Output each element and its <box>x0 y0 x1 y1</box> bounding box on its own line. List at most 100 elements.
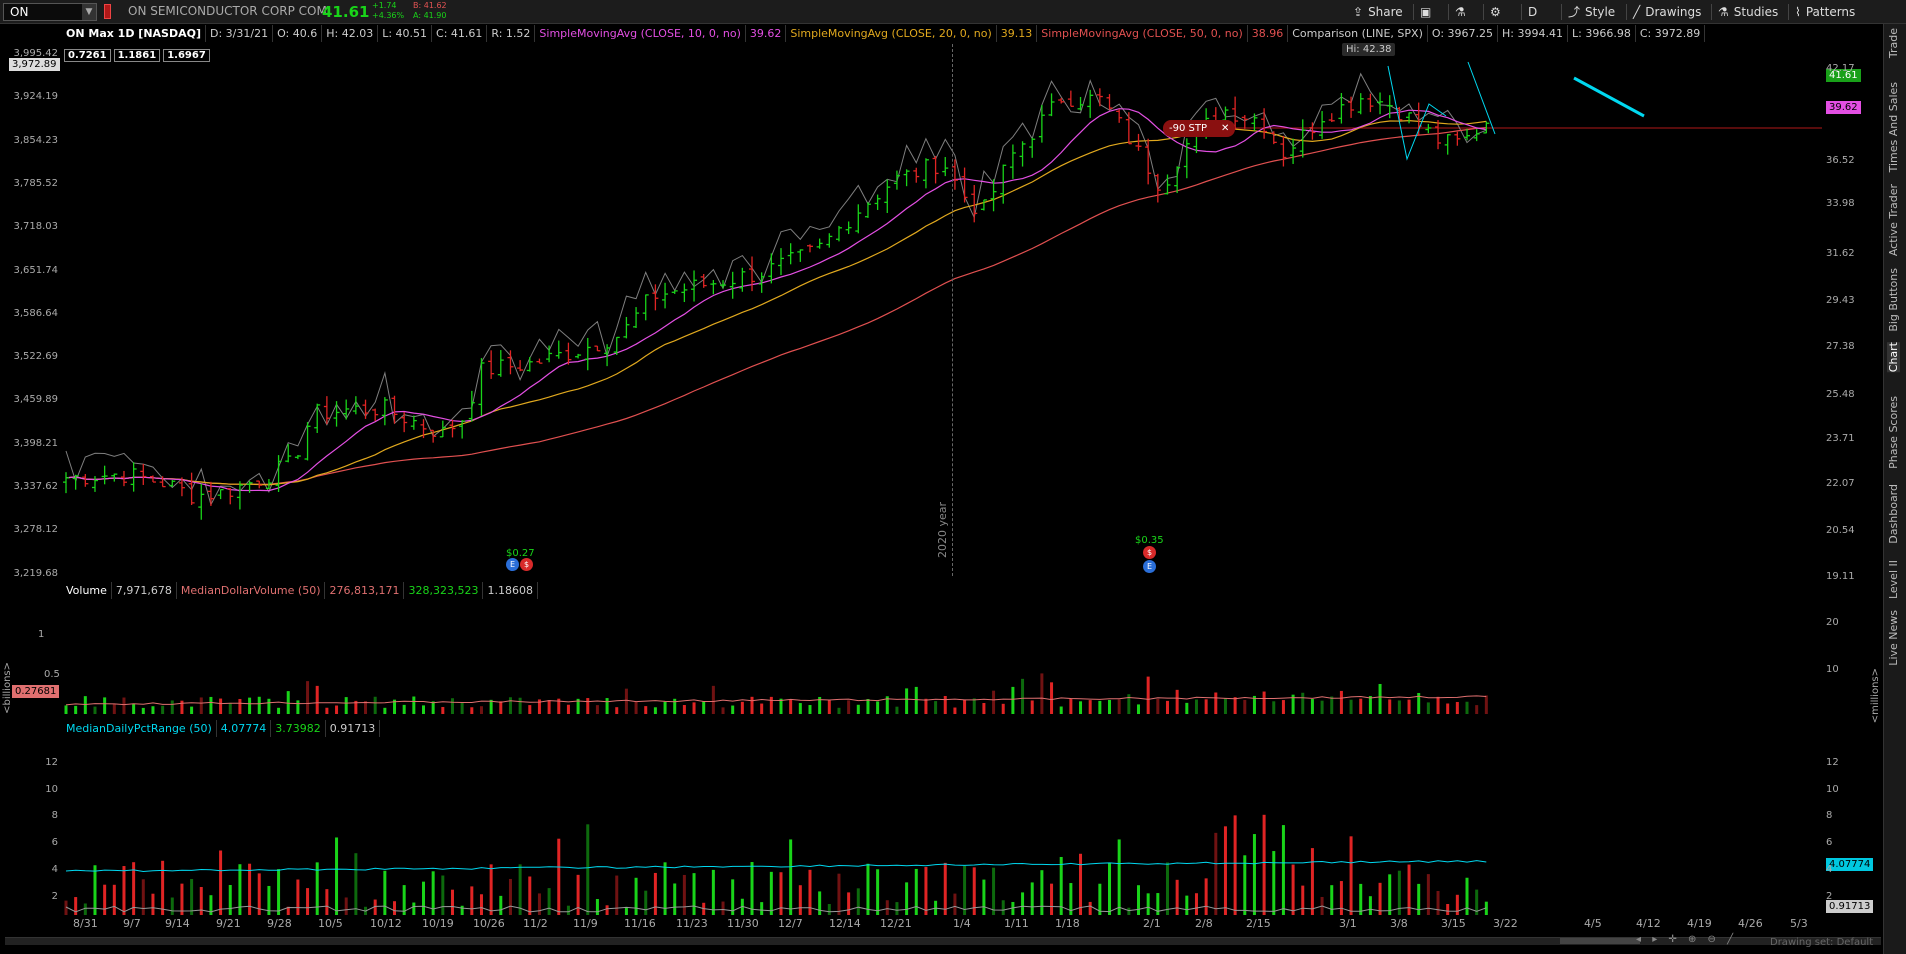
range-bar <box>170 897 174 915</box>
price-chart[interactable] <box>62 44 1822 576</box>
tab-dashboard[interactable]: Dashboard <box>1887 484 1900 544</box>
style-button[interactable]: ⤴ Style <box>1561 3 1615 21</box>
share-button[interactable]: ⇪ Share <box>1353 3 1403 21</box>
range-bar <box>827 904 831 915</box>
volume-label[interactable]: Volume <box>62 582 112 599</box>
ohlc-bar <box>739 267 746 292</box>
x-tick-label: 11/9 <box>573 917 598 930</box>
range-bar <box>277 869 281 915</box>
ohlc-bar <box>1406 112 1413 124</box>
dividend-icon[interactable]: $ <box>520 558 533 571</box>
sma20-label[interactable]: SimpleMovingAvg (CLOSE, 20, 0, no) <box>786 25 997 42</box>
trendline-drawing[interactable] <box>1387 61 1496 161</box>
volume-bar <box>1185 702 1189 714</box>
snapshot-button[interactable]: ▣ <box>1413 3 1431 21</box>
range-bar <box>306 888 310 915</box>
x-tick-label: 1/18 <box>1055 917 1080 930</box>
mdv-label[interactable]: MedianDollarVolume (50) <box>177 582 326 599</box>
volume-bar <box>335 705 339 714</box>
volume-bar <box>315 685 319 714</box>
tab-times-and-sales[interactable]: Times And Sales <box>1887 82 1900 172</box>
range-bar <box>450 889 454 915</box>
volume-bar <box>518 697 522 714</box>
volume-header: Volume 7,971,678 MedianDollarVolume (50)… <box>62 582 538 599</box>
zoom-controls[interactable]: ◂ ▸ ✛ ⊕ ⊖ ╱ <box>1636 934 1737 945</box>
flag-icon[interactable] <box>104 4 111 19</box>
price-tick-label: 25.48 <box>1826 389 1855 400</box>
volume-bar <box>238 698 242 714</box>
range-bar <box>634 877 638 915</box>
range-bar <box>837 873 841 915</box>
volume-bar <box>721 707 725 714</box>
x-tick-label: 9/21 <box>216 917 241 930</box>
range-bar <box>1301 885 1305 915</box>
ohlc-bar <box>932 156 939 184</box>
range-bar <box>1281 825 1285 915</box>
volume-bar <box>1272 701 1276 714</box>
ohlc-bar <box>575 353 582 359</box>
tab-chart[interactable]: Chart <box>1887 342 1900 373</box>
volume-bar <box>1050 682 1054 714</box>
volume-chart[interactable] <box>62 600 1822 714</box>
chevron-down-icon[interactable]: ▼ <box>82 4 96 20</box>
volume-bar <box>1137 704 1140 714</box>
x-tick-label: 3/15 <box>1441 917 1466 930</box>
volume-bar <box>1204 699 1208 714</box>
volume-bar <box>1330 696 1334 714</box>
sma10-label[interactable]: SimpleMovingAvg (CLOSE, 10, 0, no) <box>535 25 746 42</box>
patterns-button[interactable]: ⌇ Patterns <box>1788 3 1855 21</box>
studies-button[interactable]: ⚗ Studies <box>1711 3 1778 21</box>
x-tick-label: 4/5 <box>1584 917 1602 930</box>
dividend-icon[interactable]: $ <box>1143 546 1156 559</box>
range-chart[interactable] <box>62 737 1822 915</box>
volume-bar <box>1175 689 1179 714</box>
tab-level-ii[interactable]: Level II <box>1887 560 1900 599</box>
ohlc-bar <box>1280 135 1287 167</box>
drawings-button[interactable]: ╱ Drawings <box>1626 3 1701 21</box>
tab-big-buttons[interactable]: Big Buttons <box>1887 268 1900 332</box>
style-icon: ⤴ <box>1568 5 1581 19</box>
ohlc-bar <box>1087 89 1094 118</box>
aggregation-button[interactable]: D <box>1521 3 1537 21</box>
stop-order-bubble[interactable]: -90 STP ✕ <box>1163 120 1236 137</box>
sma50-label[interactable]: SimpleMovingAvg (CLOSE, 50, 0, no) <box>1037 25 1248 42</box>
close-icon[interactable]: ✕ <box>1221 120 1229 137</box>
comparison-label[interactable]: Comparison (LINE, SPX) <box>1288 25 1428 42</box>
symbol-input[interactable]: ON ▼ <box>3 3 97 21</box>
price-tick-label: 31.62 <box>1826 248 1855 259</box>
volume-bar <box>103 697 107 714</box>
ohlc-bar <box>294 454 301 460</box>
range-tick-label: 4 <box>51 863 58 875</box>
range-bar <box>1243 855 1247 915</box>
ohlc-bar <box>1145 138 1152 185</box>
settings-button[interactable]: ⚙ <box>1483 3 1501 21</box>
range-label[interactable]: MedianDailyPctRange (50) <box>62 720 217 737</box>
range-bar <box>479 894 483 915</box>
volume-bar <box>924 698 928 714</box>
ohlc-bar <box>140 463 147 485</box>
range-bar <box>470 886 474 915</box>
volume-bar <box>1059 706 1063 714</box>
range-bar <box>1001 900 1005 915</box>
earnings-icon[interactable]: E <box>506 558 519 571</box>
earnings-icon[interactable]: E <box>1143 560 1156 573</box>
volume-bar <box>93 706 97 714</box>
scrollbar-thumb[interactable] <box>1560 938 1640 944</box>
range-bar <box>103 884 107 915</box>
tab-active-trader[interactable]: Active Trader <box>1887 184 1900 256</box>
lab-button[interactable]: ⚗ <box>1448 3 1466 21</box>
chart-header: ON Max 1D [NASDAQ] D: 3/31/21 O: 40.6 H:… <box>62 25 1706 42</box>
sma50-line <box>65 127 1487 485</box>
volume-bar <box>566 704 570 714</box>
trendline-drawing[interactable] <box>1573 76 1645 118</box>
ohlc-bar <box>1444 134 1451 155</box>
volume-bar <box>257 696 261 714</box>
range-bar <box>112 884 116 915</box>
range-bar <box>460 905 464 915</box>
price-tick-label: 42.17 <box>1826 63 1855 74</box>
tab-phase-scores[interactable]: Phase Scores <box>1887 396 1900 469</box>
tab-trade[interactable]: Trade <box>1887 28 1900 58</box>
ohlc-bar <box>91 476 98 492</box>
x-tick-label: 11/23 <box>676 917 708 930</box>
bar-low: L: 40.51 <box>378 25 433 42</box>
